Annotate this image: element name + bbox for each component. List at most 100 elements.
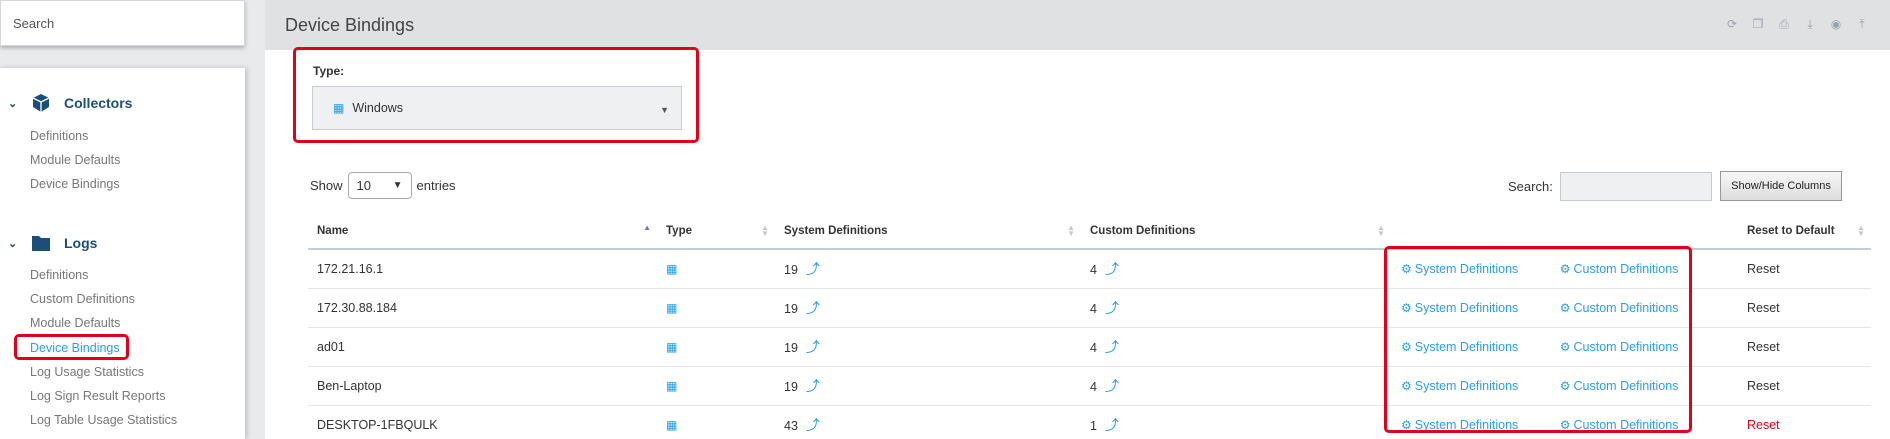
jump-arrow-icon[interactable]: ⤴ <box>1105 417 1119 433</box>
type-select-value: Windows <box>352 101 404 115</box>
sidebar-item-collector-definitions[interactable]: Definitions <box>30 129 88 143</box>
column-header-system-definitions[interactable]: System Definitions ▲ ▼ <box>775 213 1081 250</box>
sidebar-section-title: Collectors <box>64 95 133 111</box>
windows-icon: ▦ <box>666 378 678 393</box>
cube-icon <box>30 93 52 113</box>
sidebar: Search ⌄ Collectors Definitions Module D… <box>0 0 248 439</box>
reset-link[interactable]: Reset <box>1747 379 1780 393</box>
sidebar-section-collectors[interactable]: ⌄ Collectors <box>8 93 132 113</box>
links-highlight <box>1384 246 1692 433</box>
jump-arrow-icon[interactable]: ⤴ <box>1105 300 1119 316</box>
reset-link[interactable]: Reset <box>1747 418 1780 432</box>
cell-system-definitions: 19 ⤴ <box>775 288 1081 328</box>
device-name: DESKTOP-1FBQULK <box>317 417 438 432</box>
custom-definitions-count: 4 <box>1090 379 1097 394</box>
highlight-box <box>14 334 129 360</box>
sidebar-search-input[interactable]: Search <box>0 0 245 46</box>
download-icon[interactable]: ⤓ <box>1802 17 1818 31</box>
sidebar-search-placeholder: Search <box>13 16 55 31</box>
reset-link[interactable]: Reset <box>1747 262 1780 276</box>
jump-arrow-icon[interactable]: ⤴ <box>1105 261 1119 277</box>
custom-definitions-count: 4 <box>1090 301 1097 316</box>
column-header-label: Custom Definitions <box>1090 224 1196 237</box>
cell-reset: Reset <box>1738 327 1871 367</box>
column-header-label: Name <box>317 224 349 237</box>
search-label: Search: <box>1508 179 1553 194</box>
cell-system-definitions: 19 ⤴ <box>775 366 1081 406</box>
sidebar-item-log-table-usage-statistics[interactable]: Log Table Usage Statistics <box>30 413 177 427</box>
show-hide-columns-button[interactable]: Show/Hide Columns <box>1720 171 1842 201</box>
column-header-label: Type <box>666 224 692 237</box>
sidebar-item-log-custom-definitions[interactable]: Custom Definitions <box>30 292 135 306</box>
cell-name: DESKTOP-1FBQULK <box>308 405 657 439</box>
toggle-icon[interactable]: ◉ <box>1828 17 1844 31</box>
column-header-name[interactable]: Name ▲ <box>308 213 657 250</box>
sidebar-section-logs[interactable]: ⌄ Logs <box>8 233 97 253</box>
column-header-type[interactable]: Type ▲ ▼ <box>657 213 775 250</box>
cell-reset: Reset <box>1738 366 1871 406</box>
column-header-actions <box>1391 213 1738 250</box>
cell-system-definitions: 43 ⤴ <box>775 405 1081 439</box>
chevron-down-icon: ⌄ <box>8 97 18 110</box>
jump-arrow-icon[interactable]: ⤴ <box>806 261 820 277</box>
show-label: Show <box>310 178 343 193</box>
folder-icon <box>30 233 52 253</box>
sort-icon: ▲ ▼ <box>1377 223 1385 238</box>
jump-arrow-icon[interactable]: ⤴ <box>1105 339 1119 355</box>
show-entries: Show 10 ▼ entries <box>310 172 456 199</box>
sort-icon: ▲ ▼ <box>761 223 769 238</box>
cell-reset: Reset <box>1738 288 1871 328</box>
system-definitions-count: 19 <box>784 301 798 316</box>
cell-type: ▦ <box>657 366 775 406</box>
custom-definitions-count: 4 <box>1090 262 1097 277</box>
cell-system-definitions: 19 ⤴ <box>775 327 1081 367</box>
reset-link[interactable]: Reset <box>1747 301 1780 315</box>
chevron-down-icon: ⌄ <box>8 237 18 250</box>
cell-system-definitions: 19 ⤴ <box>775 249 1081 289</box>
table-search-input[interactable] <box>1559 172 1712 201</box>
sidebar-item-collector-module-defaults[interactable]: Module Defaults <box>30 153 120 167</box>
entries-label: entries <box>416 178 456 193</box>
refresh-icon[interactable]: ⟳ <box>1724 17 1740 31</box>
device-name: Ben-Laptop <box>317 378 382 393</box>
cell-custom-definitions: 4 ⤴ <box>1081 249 1391 289</box>
cell-name: ad01 <box>308 327 657 367</box>
cell-name: 172.21.16.1 <box>308 249 657 289</box>
copy-icon[interactable]: ❐ <box>1750 17 1766 31</box>
type-select[interactable]: ▦ Windows ▼ <box>312 86 682 130</box>
column-header-label: System Definitions <box>784 224 888 237</box>
windows-icon: ▦ <box>333 101 345 115</box>
reset-link[interactable]: Reset <box>1747 340 1780 354</box>
custom-definitions-count: 4 <box>1090 340 1097 355</box>
column-header-reset[interactable]: Reset to Default ▲ ▼ <box>1738 213 1871 250</box>
caret-down-icon: ▼ <box>660 105 669 115</box>
cell-name: 172.30.88.184 <box>308 288 657 328</box>
sort-icon: ▲ ▼ <box>1857 223 1865 238</box>
system-definitions-count: 19 <box>784 379 798 394</box>
sidebar-item-log-module-defaults[interactable]: Module Defaults <box>30 316 120 330</box>
sidebar-panel <box>0 68 245 439</box>
column-header-custom-definitions[interactable]: Custom Definitions ▲ ▼ <box>1081 213 1391 250</box>
windows-icon: ▦ <box>666 339 678 354</box>
jump-arrow-icon[interactable]: ⤴ <box>1105 378 1119 394</box>
entries-select[interactable]: 10 ▼ <box>347 172 412 199</box>
jump-arrow-icon[interactable]: ⤴ <box>806 339 820 355</box>
windows-icon: ▦ <box>666 417 678 432</box>
system-definitions-count: 19 <box>784 340 798 355</box>
jump-arrow-icon[interactable]: ⤴ <box>806 378 820 394</box>
page-title: Device Bindings <box>285 15 415 35</box>
sidebar-item-collector-device-bindings[interactable]: Device Bindings <box>30 177 120 191</box>
cell-custom-definitions: 4 ⤴ <box>1081 366 1391 406</box>
print-icon[interactable]: ⎙ <box>1776 17 1792 31</box>
sidebar-item-log-definitions[interactable]: Definitions <box>30 268 88 282</box>
jump-arrow-icon[interactable]: ⤴ <box>806 417 820 433</box>
header-toolbar: ⟳ ❐ ⎙ ⤓ ◉ ⤒ <box>1724 17 1870 32</box>
pin-icon[interactable]: ⤒ <box>1854 17 1870 31</box>
sidebar-item-log-usage-statistics[interactable]: Log Usage Statistics <box>30 365 144 379</box>
sidebar-item-log-sign-result-reports[interactable]: Log Sign Result Reports <box>30 389 166 403</box>
device-name: 172.30.88.184 <box>317 300 397 315</box>
chevron-down-icon: ▼ <box>392 180 403 191</box>
jump-arrow-icon[interactable]: ⤴ <box>806 300 820 316</box>
cell-custom-definitions: 1 ⤴ <box>1081 405 1391 439</box>
sidebar-section-title: Logs <box>64 235 98 251</box>
